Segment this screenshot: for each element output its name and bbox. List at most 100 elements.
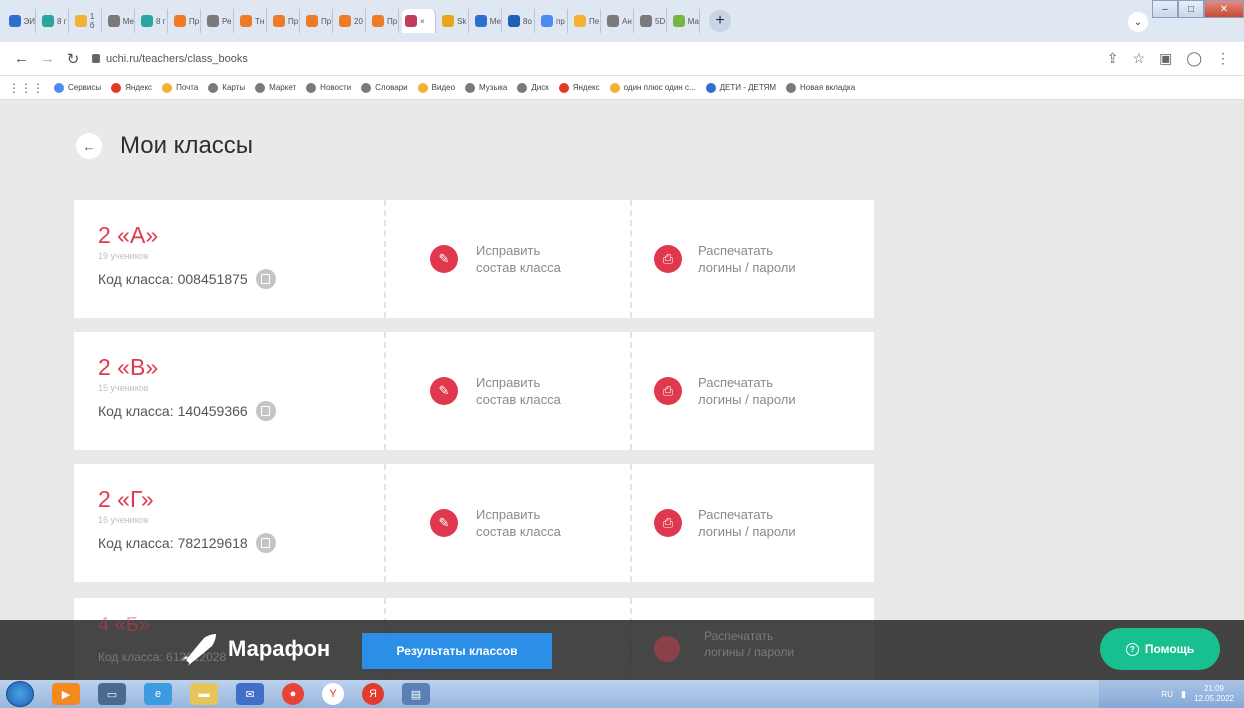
browser-tab[interactable]: Пр (270, 9, 300, 33)
browser-tab[interactable]: 8о (505, 9, 535, 33)
bookmark-item[interactable]: один плюс один с... (609, 82, 696, 93)
browser-tab[interactable]: Sk (439, 9, 469, 33)
browser-tab[interactable]: ЭИ (6, 9, 36, 33)
browser-tab[interactable]: 8 г (39, 9, 69, 33)
bookmark-item[interactable]: Диск (517, 82, 549, 93)
share-icon[interactable]: ⇪ (1107, 50, 1119, 67)
browser-tab[interactable]: Пр (171, 9, 201, 33)
pencil-icon: ✎ (430, 377, 458, 405)
mail-icon[interactable]: ✉ (236, 683, 264, 705)
class-name-link[interactable]: 2 «В» (98, 354, 384, 381)
tab-favicon-icon (508, 15, 520, 27)
browser-tab[interactable]: Пе (571, 9, 601, 33)
class-code: Код класса: 782129618 (98, 533, 384, 553)
browser-tab[interactable]: Пр (369, 9, 399, 33)
minimize-button[interactable]: – (1152, 0, 1178, 18)
folder-icon[interactable]: ▬ (190, 683, 218, 705)
browser-tab[interactable]: × (402, 9, 436, 33)
new-tab-button[interactable]: + (709, 10, 731, 32)
maximize-button[interactable]: □ (1178, 0, 1204, 18)
media-player-icon[interactable]: ▶ (52, 683, 80, 705)
browser-tab-strip: ЭИ 8 г 1 б Ме 8 г Пр Ре Тн Пр Пр 20 Пр × Sk Ме 8о пр Пе Ан… (0, 0, 1244, 42)
chrome-icon[interactable]: ● (282, 683, 304, 705)
browser-tab[interactable]: 20 (336, 9, 366, 33)
bookmark-label: Яндекс (572, 83, 600, 92)
class-row: 2 «А» 19 учеников Код класса: 008451875 ✎ Исп… (74, 200, 874, 318)
browser-tab[interactable]: Пр (303, 9, 333, 33)
clock[interactable]: 21:09 12.05.2022 (1194, 684, 1234, 704)
start-button[interactable] (6, 681, 34, 707)
forward-arrow-icon[interactable]: → (40, 50, 55, 67)
browser-tab[interactable]: Ме (472, 9, 502, 33)
tab-favicon-icon (640, 15, 652, 27)
back-arrow-icon[interactable]: ← (14, 50, 29, 67)
menu-kebab-icon[interactable]: ⋮ (1216, 50, 1230, 67)
bookmark-item[interactable]: Яндекс (558, 82, 600, 93)
copy-icon[interactable] (255, 269, 276, 289)
bookmark-item[interactable]: Яндекс (111, 82, 153, 93)
tab-label: Sk (457, 16, 467, 26)
browser-tab[interactable]: 1 б (72, 9, 102, 33)
reload-icon[interactable]: ↻ (66, 50, 80, 68)
browser-tab[interactable]: 8 г (138, 9, 168, 33)
bookmark-item[interactable]: Музыка (465, 82, 507, 93)
browser-tab[interactable]: Тн (237, 9, 267, 33)
bookmark-item[interactable]: Видео (417, 82, 455, 93)
bookmark-star-icon[interactable]: ☆ (1133, 50, 1146, 67)
bookmark-favicon-icon (705, 82, 716, 93)
sidepanel-icon[interactable]: ▣ (1159, 50, 1172, 67)
tab-label: Ан (622, 16, 632, 26)
close-window-button[interactable]: ✕ (1204, 0, 1244, 18)
edit-class-label: Исправить состав класса (476, 242, 561, 276)
tab-label: 1 б (89, 12, 95, 30)
language-indicator[interactable]: RU (1161, 690, 1173, 699)
bookmark-item[interactable]: Маркет (255, 82, 296, 93)
bookmark-item[interactable]: Сервисы (54, 82, 101, 93)
edit-class-button[interactable]: ✎ Исправить состав класса (384, 200, 630, 318)
yandex-icon[interactable]: Я (362, 683, 384, 705)
copy-icon[interactable] (255, 533, 276, 553)
bookmark-item[interactable]: Карты (208, 82, 245, 93)
browser-tab[interactable]: Ан (604, 9, 634, 33)
pencil-icon: ✎ (430, 509, 458, 537)
print-logins-button[interactable]: ⎙ Распечатать логины / пароли (630, 464, 874, 582)
tab-label: Пе (589, 16, 600, 26)
profile-icon[interactable]: ◯ (1186, 50, 1202, 67)
bookmark-item[interactable]: Почта (162, 82, 198, 93)
internet-explorer-icon[interactable]: e (144, 683, 172, 705)
browser-tab[interactable]: 5D (637, 9, 667, 33)
back-button[interactable]: ← (76, 133, 102, 159)
class-row: 2 «В» 15 учеников Код класса: 140459366 ✎ Исп… (74, 332, 874, 450)
browser-tab[interactable]: Ме (105, 9, 135, 33)
marathon-bar: 4 «Б» Код класса: 612612028 Распечатать … (0, 614, 1244, 680)
class-name-link[interactable]: 2 «Г» (98, 486, 384, 513)
class-code-prefix: Код класса: (98, 403, 174, 419)
print-logins-button[interactable]: ⎙ Распечатать логины / пароли (630, 332, 874, 450)
edit-class-button[interactable]: ✎ Исправить состав класса (384, 332, 630, 450)
bookmark-item[interactable]: Новая вкладка (786, 82, 855, 93)
bookmark-label: Яндекс (125, 83, 153, 92)
url-field[interactable]: uchi.ru/teachers/class_books (92, 53, 248, 65)
presentation-icon[interactable]: ▤ (402, 683, 430, 705)
tab-favicon-icon (174, 15, 186, 27)
computer-icon[interactable]: ▭ (98, 683, 126, 705)
edit-class-button[interactable]: ✎ Исправить состав класса (384, 464, 630, 582)
yandex-browser-icon[interactable]: Y (322, 683, 344, 705)
tab-search-chevron-icon[interactable]: ⌄ (1128, 12, 1148, 32)
help-button[interactable]: ? Помощь (1100, 628, 1220, 670)
browser-tab[interactable]: Ре (204, 9, 234, 33)
network-icon[interactable]: ▮ (1181, 689, 1186, 700)
bookmark-item[interactable]: ДЕТИ - ДЕТЯМ (705, 82, 776, 93)
copy-icon[interactable] (255, 401, 276, 421)
apps-grid-icon[interactable]: ⋮⋮⋮ (8, 81, 44, 95)
browser-tab[interactable]: пр (538, 9, 568, 33)
class-name-link[interactable]: 2 «А» (98, 222, 384, 249)
bookmark-item[interactable]: Словари (361, 82, 408, 93)
bookmark-item[interactable]: Новости (306, 82, 351, 93)
class-code: Код класса: 140459366 (98, 401, 384, 421)
class-results-button[interactable]: Результаты классов (362, 633, 552, 669)
browser-tab[interactable]: Ма (670, 9, 700, 33)
print-logins-button[interactable]: ⎙ Распечатать логины / пароли (630, 200, 874, 318)
tab-favicon-icon (541, 15, 553, 27)
printer-icon: ⎙ (654, 245, 682, 273)
